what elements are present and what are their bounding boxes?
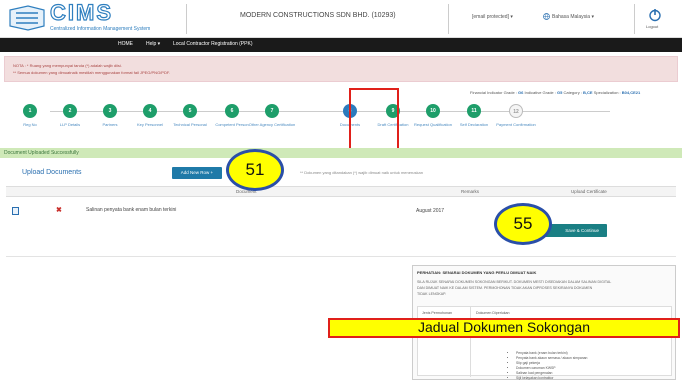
success-alert: Document Uploaded Successfully xyxy=(0,148,682,158)
delete-icon[interactable]: ✖ xyxy=(56,206,62,214)
user-email-menu[interactable]: [email protected] ▾ xyxy=(472,14,513,20)
document-remarks: August 2017 xyxy=(416,208,445,214)
section-divider xyxy=(6,256,676,257)
nav-registration[interactable]: Local Contractor Registration (PPK) xyxy=(173,41,252,47)
col-application-type: Jenis Permohonan xyxy=(422,311,452,315)
panel-text-3: TIDAK LENGKAP. xyxy=(417,292,447,296)
step-circle: 1 xyxy=(23,104,37,118)
step-circle: 6 xyxy=(225,104,239,118)
logo-subtitle: Centralized Information Management Syste… xyxy=(50,26,151,32)
jadual-dokumen-annotation: Jadual Dokumen Sokongan xyxy=(328,318,680,338)
panel-title: PERHATIAN: SENARAI DOKUMEN YANG PERLU DI… xyxy=(417,270,537,275)
note-line-1: NOTA : * Ruang yang mempunyai tanda (*) … xyxy=(13,63,122,68)
logout-label[interactable]: Logout xyxy=(646,24,658,29)
step-circle: 7 xyxy=(265,104,279,118)
step-circle: 5 xyxy=(183,104,197,118)
callout-51: 51 xyxy=(226,149,284,191)
registration-stepper: 1 Reg No 2 LLP Details 3 Partners 4 Key Personn… xyxy=(0,100,682,148)
cims-logo[interactable]: CIMS Centralized Information Management … xyxy=(8,0,180,36)
divider xyxy=(448,4,449,34)
callout-55: 55 xyxy=(494,203,552,245)
step-circle: 4 xyxy=(143,104,157,118)
nav-home[interactable]: HOME xyxy=(118,41,133,47)
grade-summary: Financial Indicator Grade : G6 Indicativ… xyxy=(470,90,641,95)
step-12[interactable]: 12 Payment Confirmation xyxy=(491,104,541,127)
panel-text-1: SILA RUJUK SENARAI DOKUMEN SOKONGAN BERI… xyxy=(417,280,612,284)
app-header: CIMS Centralized Information Management … xyxy=(0,0,682,38)
logo-text: CIMS xyxy=(49,0,113,26)
company-name: MODERN CONSTRUCTIONS SDN BHD. (10293) xyxy=(240,12,396,19)
required-documents-list: Penyata bank (enam bulan terkini)Penyata… xyxy=(516,351,587,381)
power-icon[interactable] xyxy=(648,8,662,22)
col-remarks: Remarks xyxy=(461,189,480,194)
document-icon[interactable] xyxy=(12,207,19,215)
divider xyxy=(186,4,187,34)
step-circle: 11 xyxy=(467,104,481,118)
divider xyxy=(634,4,635,34)
language-menu[interactable]: Bahasa Malaysia ▾ xyxy=(552,14,594,20)
supporting-documents-table: Jenis Permohonan Dokumen Diperlukan Peny… xyxy=(417,306,672,380)
step-circle: 3 xyxy=(103,104,117,118)
step-circle: 2 xyxy=(63,104,77,118)
step-7[interactable]: 7 Other Agency Certification xyxy=(247,104,297,127)
step-circle: 12 xyxy=(509,104,523,118)
globe-icon xyxy=(543,13,550,20)
add-new-row-button[interactable]: Add New Row + xyxy=(172,167,222,179)
upload-documents-title: Upload Documents xyxy=(22,169,82,176)
nav-help[interactable]: Help ▾ xyxy=(146,41,160,47)
panel-text-2: DAN DIMUAT NAIK KE DALAM SISTEM. PERMOHO… xyxy=(417,286,593,290)
list-item: Sijil kelayakan kontraktor xyxy=(516,376,587,381)
step-circle: 10 xyxy=(426,104,440,118)
document-name: Salinan penyata bank enam bulan terkini xyxy=(86,207,177,213)
logo-graphic-icon xyxy=(9,5,45,31)
success-message: Document Uploaded Successfully xyxy=(4,150,79,156)
main-navbar: HOME Help ▾ Local Contractor Registratio… xyxy=(0,38,682,52)
col-required-documents: Dokumen Diperlukan xyxy=(476,311,510,315)
step-label: Other Agency Certification xyxy=(248,122,296,127)
note-line-2: ** Semua dokumen yang dimuatnaik mestila… xyxy=(13,70,170,75)
table-header: Document Remarks Upload Certificate xyxy=(6,187,676,197)
upload-note: ** Dokumen yang ditandakan (*) wajib dim… xyxy=(300,170,423,175)
step-label: Payment Confirmation xyxy=(496,122,536,127)
note-alert: NOTA : * Ruang yang mempunyai tanda (*) … xyxy=(4,56,678,82)
col-upload-certificate: Upload Certificate xyxy=(571,189,607,194)
